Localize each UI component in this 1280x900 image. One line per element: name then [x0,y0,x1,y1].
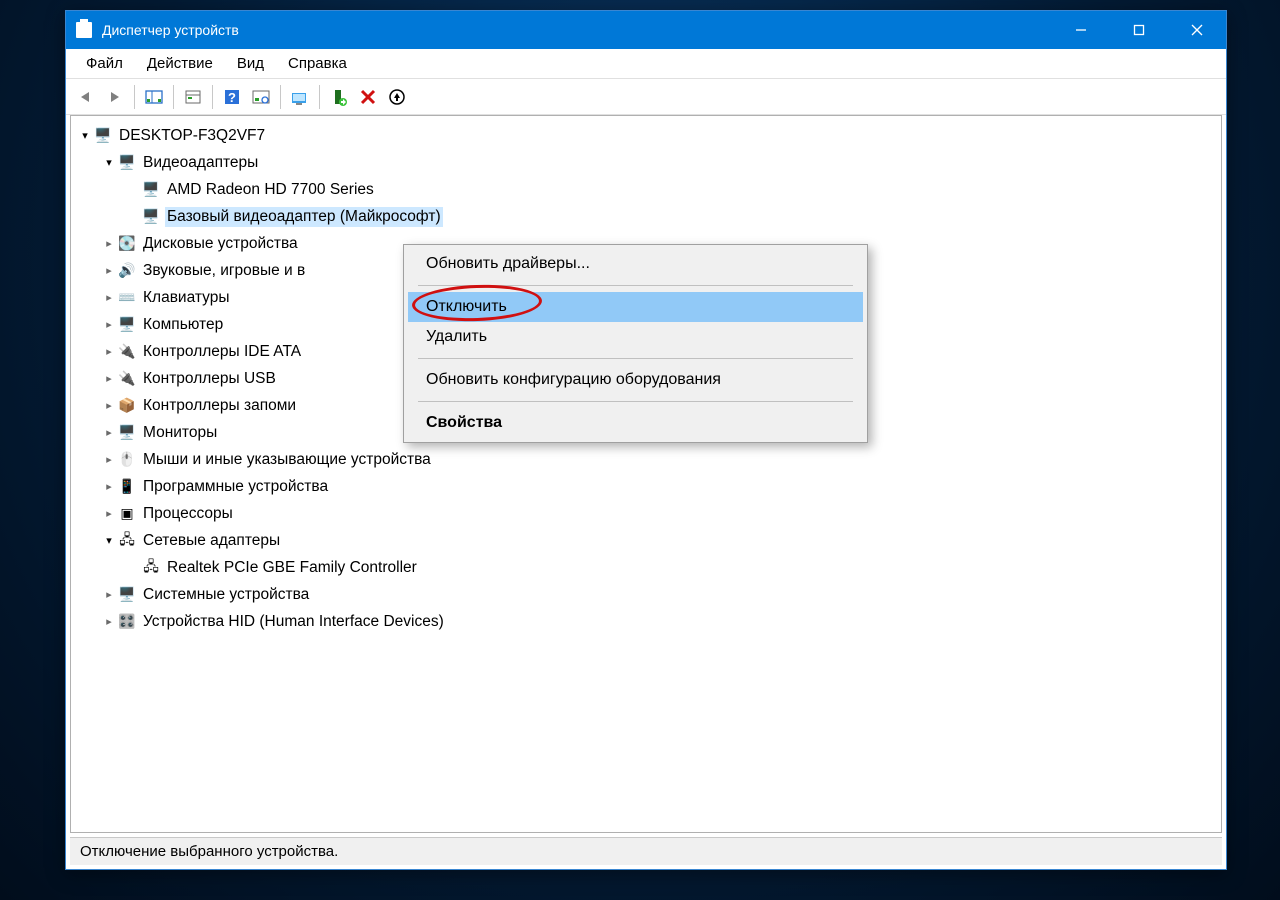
display-adapter-icon: 🖥️ [117,154,137,172]
tree-basic-adapter[interactable]: Базовый видеоадаптер (Майкрософт) [165,207,443,227]
sound-icon: 🔊 [117,262,137,280]
ctx-update-drivers[interactable]: Обновить драйверы... [408,249,863,279]
tree-processors[interactable]: Процессоры [141,504,235,524]
mouse-icon: 🖱️ [117,451,137,469]
svg-text:?: ? [228,90,236,105]
expand-arrow-icon[interactable]: ▾ [77,129,93,142]
menu-action[interactable]: Действие [135,52,225,75]
enable-device-button[interactable] [325,83,353,111]
back-button[interactable] [72,83,100,111]
update-driver-button[interactable] [286,83,314,111]
keyboard-icon: ⌨️ [117,289,137,307]
tree-computer[interactable]: Компьютер [141,315,225,335]
ctx-properties[interactable]: Свойства [408,408,863,438]
separator [418,358,853,359]
statusbar-text: Отключение выбранного устройства. [80,843,338,860]
app-icon [76,22,92,38]
expand-arrow-icon[interactable]: ▸ [101,291,117,304]
menubar: Файл Действие Вид Справка [66,49,1226,79]
ctx-disable[interactable]: Отключить [408,292,863,322]
tree-system[interactable]: Системные устройства [141,585,311,605]
titlebar[interactable]: Диспетчер устройств [66,11,1226,49]
display-adapter-icon: 🖥️ [141,208,161,226]
computer-icon: 🖥️ [117,316,137,334]
tree-disk[interactable]: Дисковые устройства [141,234,300,254]
menu-help[interactable]: Справка [276,52,359,75]
expand-arrow-icon[interactable]: ▸ [101,318,117,331]
device-tree[interactable]: ▾ 🖥️ DESKTOP-F3Q2VF7 ▾ 🖥️ Видеоадаптеры … [70,115,1222,833]
expand-arrow-icon[interactable]: ▸ [101,480,117,493]
monitor-icon: 🖥️ [117,424,137,442]
expand-arrow-icon[interactable]: ▸ [101,588,117,601]
menu-file[interactable]: Файл [74,52,135,75]
ide-icon: 🔌 [117,343,137,361]
software-device-icon: 📱 [117,478,137,496]
tree-video-adapters[interactable]: Видеоадаптеры [141,153,260,173]
tree-software[interactable]: Программные устройства [141,477,330,497]
separator [418,401,853,402]
display-adapter-icon: 🖥️ [141,181,161,199]
network-adapter-icon: 🖧 [117,532,137,550]
ctx-uninstall[interactable]: Удалить [408,322,863,352]
expand-arrow-icon[interactable]: ▸ [101,453,117,466]
device-manager-window: Диспетчер устройств Файл Действие Вид Сп… [65,10,1227,870]
expand-arrow-icon[interactable]: ▸ [101,372,117,385]
expand-arrow-icon[interactable]: ▾ [101,534,117,547]
storage-controller-icon: 📦 [117,397,137,415]
tree-amd-adapter[interactable]: AMD Radeon HD 7700 Series [165,180,376,200]
system-device-icon: 🖥️ [117,586,137,604]
tree-storage[interactable]: Контроллеры запоми [141,396,298,416]
tree-ide[interactable]: Контроллеры IDE ATA [141,342,303,362]
tree-root[interactable]: DESKTOP-F3Q2VF7 [117,126,267,146]
scan-hardware-button[interactable] [247,83,275,111]
toolbar: ? [66,79,1226,115]
menu-view[interactable]: Вид [225,52,276,75]
uninstall-device-button[interactable] [383,83,411,111]
tree-realtek[interactable]: Realtek PCIe GBE Family Controller [165,558,419,578]
tree-mice[interactable]: Мыши и иные указывающие устройства [141,450,433,470]
hid-icon: 🎛️ [117,613,137,631]
tree-net-adapters[interactable]: Сетевые адаптеры [141,531,282,551]
expand-arrow-icon[interactable]: ▸ [101,615,117,628]
expand-arrow-icon[interactable]: ▾ [101,156,117,169]
ctx-scan-hardware[interactable]: Обновить конфигурацию оборудования [408,365,863,395]
help-button[interactable]: ? [218,83,246,111]
disable-device-button[interactable] [354,83,382,111]
expand-arrow-icon[interactable]: ▸ [101,399,117,412]
statusbar: Отключение выбранного устройства. [70,837,1222,865]
forward-button[interactable] [101,83,129,111]
tree-usb[interactable]: Контроллеры USB [141,369,278,389]
disk-icon: 💽 [117,235,137,253]
network-adapter-icon: 🖧 [141,559,161,577]
separator [418,285,853,286]
tree-monitors[interactable]: Мониторы [141,423,219,443]
expand-arrow-icon[interactable]: ▸ [101,264,117,277]
close-button[interactable] [1168,11,1226,49]
tree-hid[interactable]: Устройства HID (Human Interface Devices) [141,612,446,632]
minimize-button[interactable] [1052,11,1110,49]
window-title: Диспетчер устройств [102,22,239,38]
expand-arrow-icon[interactable]: ▸ [101,507,117,520]
processor-icon: ▣ [117,505,137,523]
computer-icon: 🖥️ [93,127,113,145]
usb-icon: 🔌 [117,370,137,388]
tree-keyboards[interactable]: Клавиатуры [141,288,231,308]
tree-sound[interactable]: Звуковые, игровые и в [141,261,307,281]
expand-arrow-icon[interactable]: ▸ [101,237,117,250]
context-menu: Обновить драйверы... Отключить Удалить О… [403,244,868,443]
properties-button[interactable] [179,83,207,111]
expand-arrow-icon[interactable]: ▸ [101,426,117,439]
show-hide-tree-button[interactable] [140,83,168,111]
maximize-button[interactable] [1110,11,1168,49]
expand-arrow-icon[interactable]: ▸ [101,345,117,358]
